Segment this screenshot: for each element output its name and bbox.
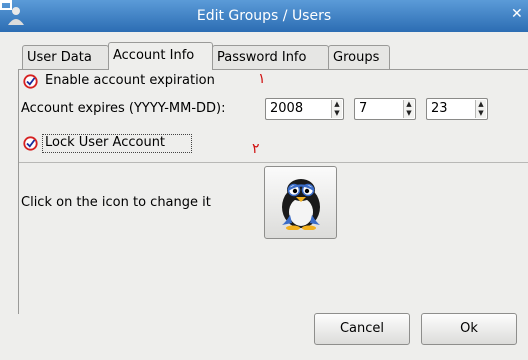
spin-up-icon[interactable]: ▲ — [476, 100, 486, 109]
user-icon-button[interactable] — [264, 166, 337, 239]
year-spin-arrows[interactable]: ▲ ▼ — [331, 100, 342, 118]
tab-user-data[interactable]: User Data — [22, 45, 109, 69]
spin-down-icon[interactable]: ▼ — [404, 109, 414, 118]
spin-down-icon[interactable]: ▼ — [332, 109, 342, 118]
spin-up-icon[interactable]: ▲ — [332, 100, 342, 109]
tab-password-info[interactable]: Password Info — [212, 45, 329, 69]
spin-down-icon[interactable]: ▼ — [476, 109, 486, 118]
ok-button[interactable]: Ok — [421, 313, 517, 345]
day-spin-arrows[interactable]: ▲ ▼ — [475, 100, 486, 118]
close-icon[interactable]: ✕ — [511, 6, 523, 22]
month-spinbox[interactable]: 7 ▲ ▼ — [354, 98, 416, 120]
lock-account-label: Lock User Account — [45, 135, 166, 150]
month-value: 7 — [359, 101, 368, 116]
year-value: 2008 — [270, 101, 304, 116]
penguin-icon — [282, 179, 320, 230]
tab-groups[interactable]: Groups — [328, 45, 390, 69]
annotation-2: ٢ — [252, 141, 260, 157]
enable-expiration-label: Enable account expiration — [45, 73, 215, 88]
cancel-button[interactable]: Cancel — [314, 313, 410, 345]
year-spinbox[interactable]: 2008 ▲ ▼ — [265, 98, 344, 120]
icon-hint-label: Click on the icon to change it — [21, 195, 211, 210]
section-divider — [19, 162, 528, 163]
annotation-1: ١ — [258, 71, 266, 87]
tab-account-info[interactable]: Account Info — [108, 42, 213, 70]
lock-account-checkbox[interactable] — [23, 136, 38, 151]
expires-label: Account expires (YYYY-MM-DD): — [21, 101, 226, 116]
month-spin-arrows[interactable]: ▲ ▼ — [403, 100, 414, 118]
day-spinbox[interactable]: 23 ▲ ▼ — [426, 98, 488, 120]
enable-expiration-checkbox[interactable] — [23, 74, 38, 89]
title-bar[interactable]: Edit Groups / Users ✕ — [0, 0, 528, 32]
day-value: 23 — [431, 101, 448, 116]
spin-up-icon[interactable]: ▲ — [404, 100, 414, 109]
window-title: Edit Groups / Users — [196, 8, 332, 24]
